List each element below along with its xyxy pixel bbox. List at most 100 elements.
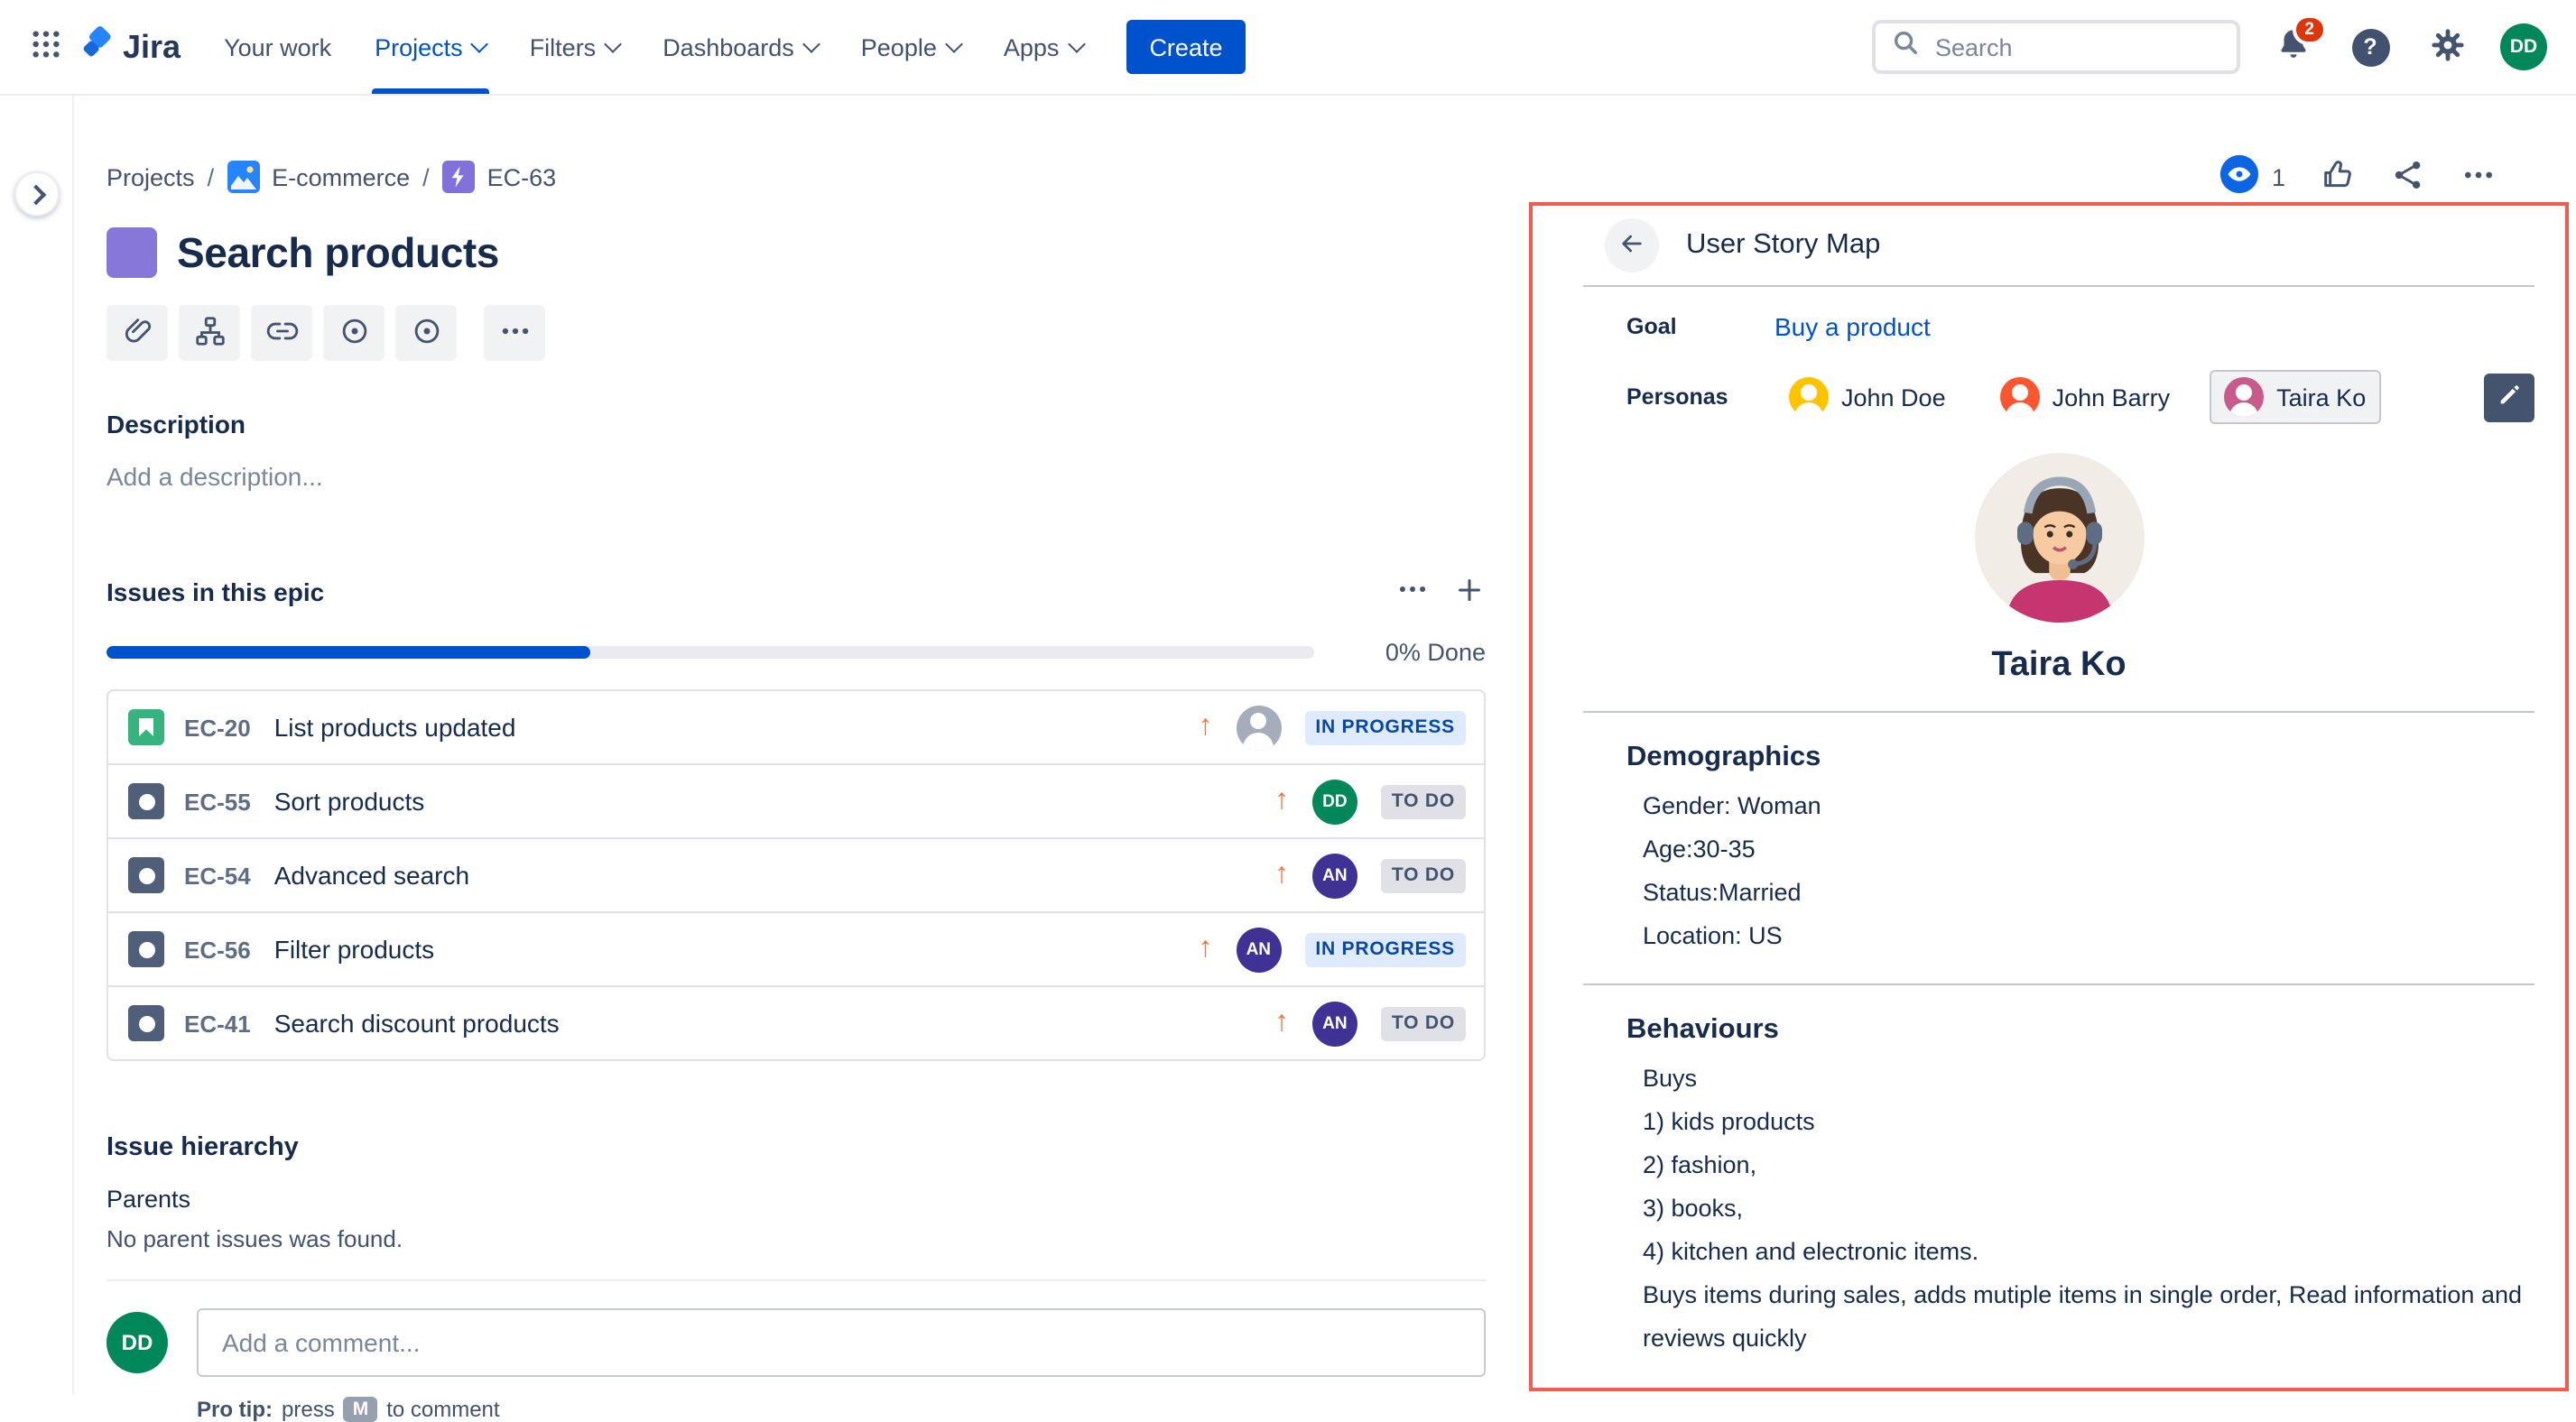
help-button[interactable]	[2345, 22, 2395, 72]
epic-issues-actions	[1395, 572, 1486, 612]
divider	[1583, 285, 2534, 287]
scope-button[interactable]	[323, 305, 385, 361]
search-icon	[1892, 29, 1919, 65]
breadcrumb-issue-key-link[interactable]: EC-63	[487, 163, 557, 190]
status-badge[interactable]: TO DO	[1381, 1006, 1466, 1040]
jira-logo[interactable]: Jira	[79, 23, 181, 70]
breadcrumb-projects-link[interactable]: Projects	[107, 163, 195, 190]
issue-key-link[interactable]: EC-54	[184, 862, 251, 889]
assignee-avatar[interactable]: AN	[1312, 853, 1357, 898]
issue-header-row: Projects / E-commerce / EC-63 1	[0, 96, 2576, 200]
pro-tip: Pro tip: press M to comment	[197, 1397, 1486, 1422]
issue-type-icon	[128, 931, 164, 967]
issue-key-link[interactable]: EC-55	[184, 788, 251, 815]
breadcrumb-project-link[interactable]: E-commerce	[272, 163, 410, 190]
comment-row: DD Add a comment...	[107, 1308, 1486, 1377]
issue-row[interactable]: EC-55 Sort products ↑ DD TO DO	[108, 765, 1484, 839]
issue-type-icon	[128, 709, 164, 745]
back-button[interactable]	[1605, 218, 1659, 272]
divider	[107, 1279, 1486, 1281]
description-heading: Description	[107, 410, 1486, 439]
assignee-avatar[interactable]: DD	[1312, 779, 1357, 824]
epic-progress-row: 0% Done	[107, 639, 1486, 666]
more-toolbar-button[interactable]	[484, 305, 545, 361]
settings-button[interactable]	[2423, 22, 2473, 72]
issue-summary[interactable]: Search discount products	[274, 1009, 560, 1038]
add-child-issue-button[interactable]	[179, 305, 240, 361]
behaviour-line: Buys	[1643, 1057, 2534, 1101]
status-badge[interactable]: IN PROGRESS	[1304, 932, 1466, 966]
epic-more-button[interactable]	[1395, 572, 1430, 612]
app-switcher-button[interactable]	[18, 20, 72, 74]
assignee-avatar[interactable]	[1236, 705, 1281, 750]
gear-icon	[2430, 26, 2466, 68]
watchers-eye-icon	[2219, 153, 2261, 200]
more-actions-button[interactable]	[2460, 156, 2497, 198]
jira-app: Jira Your work Projects Filters	[0, 0, 2576, 1393]
like-button[interactable]	[2320, 156, 2356, 198]
create-button[interactable]: Create	[1126, 20, 1246, 74]
scope-button-secondary[interactable]	[395, 305, 457, 361]
panel-title: User Story Map	[1686, 229, 1880, 262]
nav-item[interactable]: Your work	[202, 0, 353, 94]
issue-row[interactable]: EC-54 Advanced search ↑ AN TO DO	[108, 839, 1484, 913]
watch-count: 1	[2272, 163, 2285, 190]
epic-add-issue-button[interactable]	[1453, 573, 1486, 611]
issue-row[interactable]: EC-41 Search discount products ↑ AN TO D…	[108, 987, 1484, 1059]
assignee-avatar[interactable]: AN	[1236, 927, 1281, 972]
priority-up-icon: ↑	[1274, 787, 1289, 816]
epic-color-swatch	[107, 227, 157, 278]
notifications-button[interactable]: 2	[2267, 22, 2318, 72]
issue-key-link[interactable]: EC-20	[184, 714, 251, 741]
search-input[interactable]	[1932, 32, 2220, 62]
demographic-line: Gender: Woman	[1643, 785, 2534, 828]
personas-label: Personas	[1626, 384, 1774, 410]
persona-chip[interactable]: John Barry	[1986, 370, 2185, 424]
issue-row[interactable]: EC-56 Filter products ↑ AN IN PROGRESS	[108, 913, 1484, 987]
edit-personas-button[interactable]	[2484, 373, 2534, 421]
goal-link[interactable]: Buy a product	[1774, 312, 1931, 341]
nav-item[interactable]: Dashboards	[641, 0, 839, 94]
user-avatar[interactable]: DD	[2500, 23, 2547, 70]
behaviours-list: Buys1) kids products2) fashion,3) books,…	[1643, 1057, 2534, 1361]
share-button[interactable]	[2390, 156, 2426, 198]
pro-tip-text: press	[282, 1397, 335, 1422]
nav-item[interactable]: Apps	[982, 0, 1105, 94]
issue-summary[interactable]: Filter products	[274, 935, 434, 964]
status-badge[interactable]: TO DO	[1381, 858, 1466, 892]
issue-row[interactable]: EC-20 List products updated ↑ IN PROGRES…	[108, 691, 1484, 765]
priority-up-icon: ↑	[1274, 1009, 1289, 1038]
issue-title: Search products	[177, 228, 499, 277]
link-issue-button[interactable]	[251, 305, 312, 361]
issue-summary[interactable]: List products updated	[274, 713, 516, 742]
epic-issue-list: EC-20 List products updated ↑ IN PROGRES…	[107, 689, 1486, 1061]
issue-key-link[interactable]: EC-56	[184, 936, 251, 963]
comment-input[interactable]: Add a comment...	[197, 1308, 1486, 1377]
target-icon	[337, 313, 371, 353]
nav-item[interactable]: People	[839, 0, 982, 94]
nav-item[interactable]: Projects	[353, 0, 508, 94]
attach-button[interactable]	[107, 305, 168, 361]
persona-chip[interactable]: Taira Ko	[2210, 370, 2380, 424]
priority-up-icon: ↑	[1198, 935, 1212, 964]
description-placeholder[interactable]: Add a description...	[107, 462, 1486, 491]
status-badge[interactable]: TO DO	[1381, 784, 1466, 818]
link-icon	[264, 313, 299, 353]
assignee-avatar[interactable]: AN	[1312, 1001, 1357, 1046]
issue-summary[interactable]: Sort products	[274, 787, 425, 816]
persona-chip[interactable]: John Doe	[1774, 370, 1960, 424]
issue-summary[interactable]: Advanced search	[274, 861, 469, 890]
nav-item-label: Dashboards	[663, 33, 794, 60]
sidebar-expand-button[interactable]	[14, 171, 60, 217]
personas-row: Personas John Doe John Barry	[1626, 370, 2534, 424]
status-badge[interactable]: IN PROGRESS	[1304, 710, 1466, 744]
behaviour-line: 1) kids products	[1643, 1101, 2534, 1144]
nav-item[interactable]: Filters	[508, 0, 642, 94]
watch-button[interactable]: 1	[2219, 153, 2285, 200]
project-avatar-icon	[227, 161, 259, 193]
issue-key-link[interactable]: EC-41	[184, 1010, 251, 1037]
behaviour-line: 4) kitchen and electronic items.	[1643, 1231, 2534, 1274]
panel-header: User Story Map	[1605, 206, 2534, 285]
chevron-down-icon	[604, 34, 622, 52]
behaviours-heading: Behaviours	[1626, 1014, 2534, 1047]
